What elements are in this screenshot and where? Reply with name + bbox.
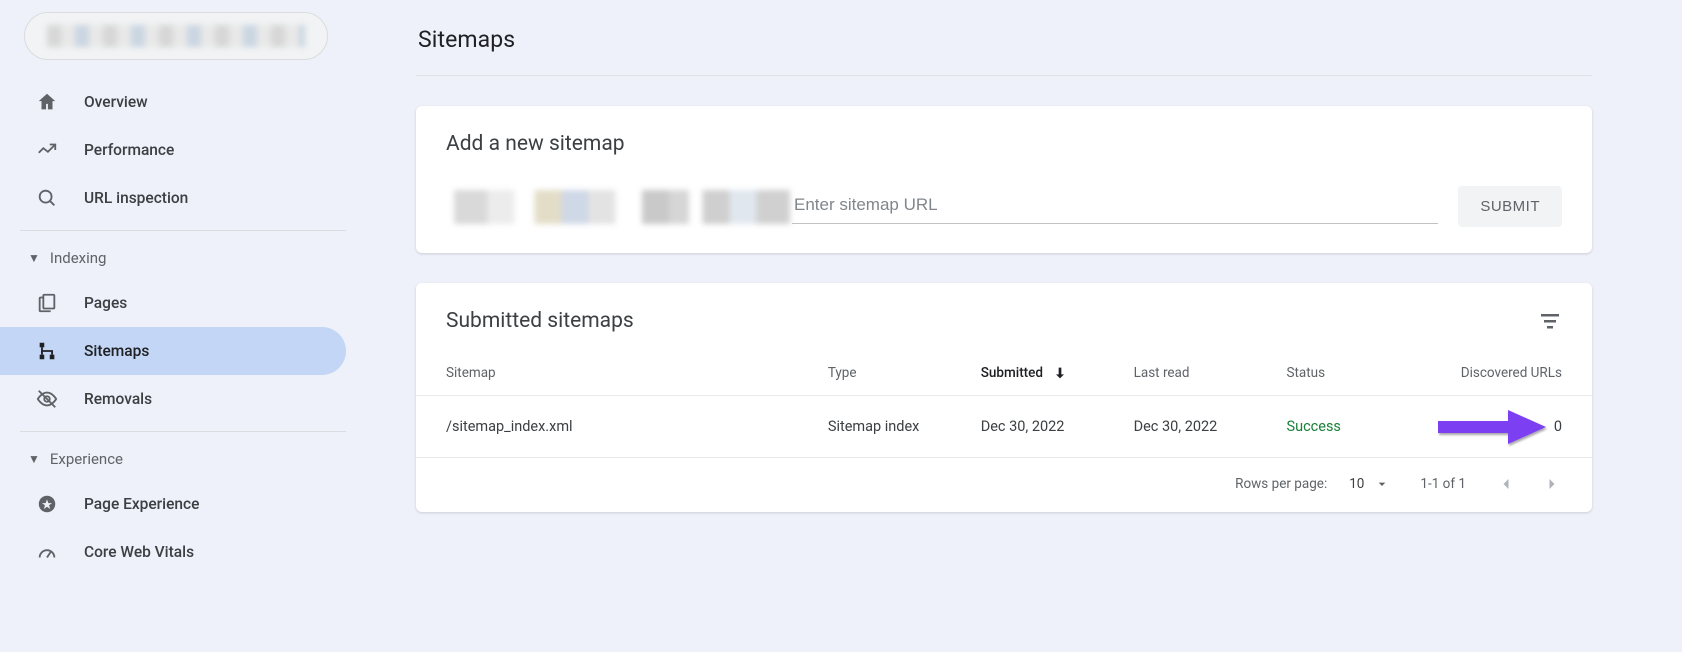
cell-last-read: Dec 30, 2022 (1122, 396, 1275, 458)
cell-discovered: 0 (1416, 396, 1592, 458)
sidebar-item-removals[interactable]: Removals (0, 375, 346, 423)
trend-icon (36, 139, 58, 161)
sidebar-item-performance[interactable]: Performance (0, 126, 346, 174)
col-type[interactable]: Type (816, 351, 969, 396)
annotation-arrow-icon (1438, 407, 1548, 447)
sidebar-item-core-web-vitals[interactable]: Core Web Vitals (0, 528, 346, 576)
cell-submitted: Dec 30, 2022 (969, 396, 1122, 458)
next-page-button[interactable] (1542, 474, 1562, 494)
cell-sitemap: /sitemap_index.xml (416, 396, 816, 458)
sidebar-item-label: Core Web Vitals (84, 543, 194, 561)
sidebar-item-url-inspection[interactable]: URL inspection (0, 174, 346, 222)
rows-per-page-select[interactable]: 10 (1349, 476, 1390, 492)
section-label: Experience (50, 450, 123, 468)
sidebar-item-sitemaps[interactable]: Sitemaps (0, 327, 346, 375)
col-status[interactable]: Status (1274, 351, 1415, 396)
add-sitemap-row: SUBMIT (446, 186, 1562, 227)
sidebar-item-label: Page Experience (84, 495, 199, 513)
sidebar: Overview Performance URL inspection ▼ In… (0, 0, 370, 652)
pagination-range: 1-1 of 1 (1420, 476, 1466, 492)
sidebar-item-label: Removals (84, 390, 152, 408)
submitted-sitemaps-card: Submitted sitemaps Sitemap Type Submitte… (416, 283, 1592, 512)
col-submitted-label: Submitted (981, 365, 1043, 381)
page-title: Sitemaps (416, 20, 1592, 76)
badge-icon (36, 493, 58, 515)
table-footer: Rows per page: 10 1-1 of 1 (416, 458, 1592, 512)
caret-down-icon (1374, 476, 1390, 492)
sidebar-item-label: Sitemaps (84, 342, 149, 360)
hide-icon (36, 388, 58, 410)
sidebar-item-label: Pages (84, 294, 127, 312)
main-content: Sitemaps Add a new sitemap SUBMIT Submit… (370, 0, 1682, 652)
col-last-read[interactable]: Last read (1122, 351, 1275, 396)
cell-discovered-value: 0 (1554, 418, 1562, 435)
domain-prefix-redacted (454, 190, 790, 224)
col-discovered[interactable]: Discovered URLs (1416, 351, 1592, 396)
divider (20, 431, 346, 432)
property-name-redacted (47, 25, 305, 47)
sitemaps-table: Sitemap Type Submitted Last read Status … (416, 351, 1592, 458)
sidebar-item-pages[interactable]: Pages (0, 279, 346, 327)
submitted-heading: Submitted sitemaps (446, 309, 634, 333)
sort-arrow-down-icon (1052, 365, 1068, 381)
divider (20, 230, 346, 231)
sidebar-item-label: URL inspection (84, 189, 188, 207)
section-header-indexing[interactable]: ▼ Indexing (24, 237, 346, 279)
gauge-icon (36, 541, 58, 563)
submit-button[interactable]: SUBMIT (1458, 186, 1562, 227)
rows-per-page-label: Rows per page: (1235, 476, 1327, 492)
search-icon (36, 187, 58, 209)
pages-icon (36, 292, 58, 314)
home-icon (36, 91, 58, 113)
sitemap-icon (36, 340, 58, 362)
sidebar-item-overview[interactable]: Overview (0, 78, 346, 126)
sidebar-item-label: Overview (84, 93, 148, 111)
caret-down-icon: ▼ (28, 251, 40, 265)
add-sitemap-heading: Add a new sitemap (446, 132, 1562, 156)
sitemap-url-input[interactable] (792, 189, 1438, 224)
section-header-experience[interactable]: ▼ Experience (24, 438, 346, 480)
table-row[interactable]: /sitemap_index.xml Sitemap index Dec 30,… (416, 396, 1592, 458)
prev-page-button[interactable] (1496, 474, 1516, 494)
col-sitemap[interactable]: Sitemap (416, 351, 816, 396)
property-selector[interactable] (24, 12, 328, 60)
filter-icon[interactable] (1538, 309, 1562, 333)
cell-status: Success (1274, 396, 1415, 458)
add-sitemap-card: Add a new sitemap SUBMIT (416, 106, 1592, 253)
rows-per-page-value: 10 (1349, 476, 1364, 492)
section-label: Indexing (50, 249, 107, 267)
caret-down-icon: ▼ (28, 452, 40, 466)
sidebar-item-label: Performance (84, 141, 174, 159)
sidebar-item-page-experience[interactable]: Page Experience (0, 480, 346, 528)
cell-type: Sitemap index (816, 396, 969, 458)
col-submitted[interactable]: Submitted (969, 351, 1122, 396)
